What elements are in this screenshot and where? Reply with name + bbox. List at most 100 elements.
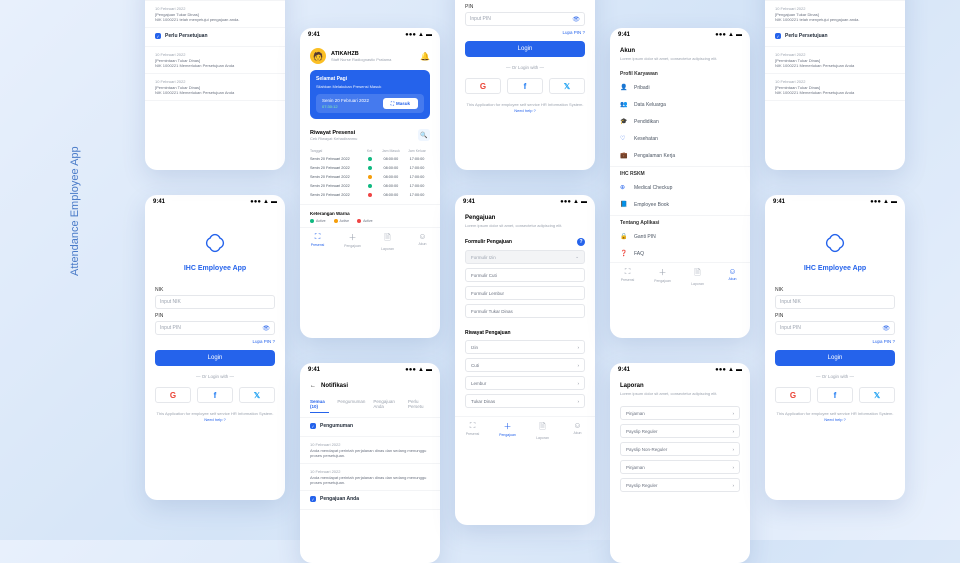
chevron-right-icon: › — [578, 345, 580, 350]
nik-input[interactable]: Input NIK — [155, 295, 275, 309]
menu-ganti-pin[interactable]: 🔒Ganti PIN — [610, 228, 750, 245]
tab-presensi[interactable]: ⛶Presensi — [455, 421, 490, 440]
plus-icon: ＋ — [645, 267, 680, 278]
list-item[interactable]: 10 Februari 2022 [Permintaan Tukar Dinas… — [145, 74, 285, 101]
list-item[interactable]: ✓Perlu Persetujuan — [765, 28, 905, 47]
list-item[interactable]: 10 Februari 2022 [Permintaan Tukar Dinas… — [145, 47, 285, 74]
form-option[interactable]: Formulir Cuti — [465, 268, 585, 282]
login-button[interactable]: Login — [155, 350, 275, 366]
laporan-item[interactable]: Pinjaman› — [620, 406, 740, 420]
eye-icon[interactable]: 👁 — [262, 325, 270, 332]
user-icon: ☺ — [560, 421, 595, 430]
menu-book[interactable]: 📘Employee Book — [610, 196, 750, 213]
need-help-link[interactable]: Need help ? — [204, 417, 226, 422]
nik-input[interactable]: Input NIK — [775, 295, 895, 309]
eye-icon[interactable]: 👁 — [572, 16, 580, 23]
menu-pribadi[interactable]: 👤Pribadi — [610, 79, 750, 96]
need-help-link[interactable]: Need help ? — [514, 108, 536, 113]
bell-icon[interactable]: 🔔 — [420, 52, 430, 61]
twitter-login[interactable]: 𝕏 — [859, 387, 895, 403]
pin-label: PIN — [465, 4, 585, 10]
tab-presensi[interactable]: ⛶Presensi — [300, 232, 335, 251]
eye-icon[interactable]: 👁 — [882, 325, 890, 332]
menu-medical[interactable]: ⊕Medical Checkup — [610, 179, 750, 196]
list-item[interactable]: 10 Februari 2022 Anda mendapat perintah … — [300, 437, 440, 464]
laporan-item[interactable]: Payslip Reguler› — [620, 478, 740, 492]
avatar[interactable]: 🧑 — [310, 48, 326, 64]
login-button[interactable]: Login — [775, 350, 895, 366]
riwayat-item[interactable]: Cuti› — [465, 358, 585, 372]
list-item[interactable]: ✓Perlu Persetujuan — [145, 28, 285, 47]
masuk-button[interactable]: ⛶Masuk — [383, 98, 418, 109]
google-login[interactable]: G — [775, 387, 811, 403]
list-item[interactable]: 10 Februari 2022 [Pengajuan Tukar Dinas]… — [145, 1, 285, 28]
profile-row: 🧑 ATIKAHZBStaff Nurse Radiognastic Prata… — [300, 42, 440, 70]
forgot-pin-link[interactable]: Lupa PIN ? — [155, 339, 275, 344]
phone-login-2: 9:41●●●▲▬ IHC Employee App NIK Input NIK… — [765, 195, 905, 500]
tab-laporan[interactable]: 🗎Laporan — [370, 232, 405, 251]
facebook-login[interactable]: f — [197, 387, 233, 403]
search-icon[interactable]: 🔍 — [418, 129, 430, 141]
plus-icon: ＋ — [490, 421, 525, 432]
menu-kesehatan[interactable]: ♡Kesehatan — [610, 130, 750, 147]
list-item[interactable]: 10 Februari 2022 Anda mendapat perintah … — [300, 464, 440, 491]
tab-perlu[interactable]: Perlu Persetu — [408, 399, 430, 413]
form-option[interactable]: Formulir Tukar Dinas — [465, 304, 585, 318]
nav-back[interactable]: ←Notifikasi — [300, 377, 440, 395]
facebook-login[interactable]: f — [817, 387, 853, 403]
status-bar: 9:41●●●▲▬ — [300, 363, 440, 377]
menu-pengalaman[interactable]: 💼Pengalaman Kerja — [610, 147, 750, 164]
list-item[interactable]: ✓Pengumuman — [300, 418, 440, 437]
google-login[interactable]: G — [155, 387, 191, 403]
tab-pengajuan[interactable]: ＋Pengajuan — [645, 267, 680, 286]
form-select[interactable]: Formulir Izin⌄ — [465, 250, 585, 264]
list-item[interactable]: 10 Februari 2022 [Permintaan Tukar Dinas… — [765, 74, 905, 101]
need-help-link[interactable]: Need help ? — [824, 417, 846, 422]
laporan-item[interactable]: Payslip Non-Reguler› — [620, 442, 740, 456]
app-title: IHC Employee App — [765, 265, 905, 272]
twitter-login[interactable]: 𝕏 — [549, 78, 585, 94]
forgot-pin-link[interactable]: Lupa PIN ? — [465, 30, 585, 35]
tab-akun[interactable]: ☺Akun — [715, 267, 750, 286]
list-item[interactable]: 10 Februari 2022 [Permintaan Tukar Dinas… — [765, 47, 905, 74]
tab-pengajuan[interactable]: ＋Pengajuan — [490, 421, 525, 440]
facebook-login[interactable]: f — [507, 78, 543, 94]
attendance-table: TanggalKet.Jam MasukJam Keluar Senin 20 … — [300, 145, 440, 202]
phone-login-1: 9:41●●●▲▬ IHC Employee App NIK Input NIK… — [145, 195, 285, 500]
check-icon: ✓ — [775, 33, 781, 39]
riwayat-item[interactable]: Lembur› — [465, 376, 585, 390]
google-login[interactable]: G — [465, 78, 501, 94]
menu-pendidikan[interactable]: 🎓Pendidikan — [610, 113, 750, 130]
doc-icon: 🗎 — [370, 232, 405, 246]
phone-notif: 9:41●●●▲▬ ←Notifikasi Semua (10) Pengumu… — [300, 363, 440, 563]
tab-pengumuman[interactable]: Pengumuman — [337, 399, 365, 413]
twitter-login[interactable]: 𝕏 — [239, 387, 275, 403]
menu-faq[interactable]: ❓FAQ — [610, 245, 750, 262]
info-icon[interactable]: ? — [577, 238, 585, 246]
tab-laporan[interactable]: 🗎Laporan — [680, 267, 715, 286]
riwayat-item[interactable]: Tukar Dinas› — [465, 394, 585, 408]
menu-keluarga[interactable]: 👥Data Keluarga — [610, 96, 750, 113]
tab-akun[interactable]: ☺Akun — [405, 232, 440, 251]
tab-presensi[interactable]: ⛶Presensi — [610, 267, 645, 286]
chevron-right-icon: › — [578, 381, 580, 386]
list-item[interactable]: ✓Pengajuan Anda — [300, 491, 440, 510]
tab-pengajuan-anda[interactable]: Pengajuan Anda — [373, 399, 400, 413]
login-button[interactable]: Login — [465, 41, 585, 57]
nik-label: NIK — [155, 287, 275, 293]
pin-input[interactable]: Input PIN👁 — [465, 12, 585, 26]
tab-laporan[interactable]: 🗎Laporan — [525, 421, 560, 440]
user-icon: ☺ — [405, 232, 440, 241]
tab-pengajuan[interactable]: ＋Pengajuan — [335, 232, 370, 251]
tab-semua[interactable]: Semua (10) — [310, 399, 329, 413]
laporan-item[interactable]: Pinjaman› — [620, 460, 740, 474]
pin-input[interactable]: Input PIN👁 — [155, 321, 275, 335]
laporan-item[interactable]: Payslip Reguler› — [620, 424, 740, 438]
tab-akun[interactable]: ☺Akun — [560, 421, 595, 440]
form-option[interactable]: Formulir Lembur — [465, 286, 585, 300]
forgot-pin-link[interactable]: Lupa PIN ? — [775, 339, 895, 344]
phone-akun: 9:41●●●▲▬ AkunLorem ipsum dolor sit amet… — [610, 28, 750, 338]
list-item[interactable]: 10 Februari 2022 [Pengajuan Tukar Dinas]… — [765, 1, 905, 28]
pin-input[interactable]: Input PIN👁 — [775, 321, 895, 335]
riwayat-item[interactable]: Izin› — [465, 340, 585, 354]
